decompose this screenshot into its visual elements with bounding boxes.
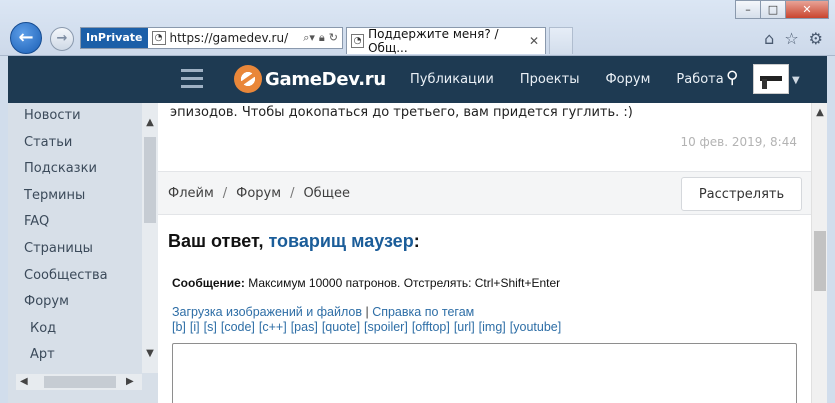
page-scroll-up-icon[interactable]: ▲: [812, 107, 828, 118]
tag-code-button[interactable]: [code]: [221, 320, 255, 334]
breadcrumb-separator: /: [290, 186, 295, 201]
sidebar-item-faq[interactable]: FAQ: [8, 209, 142, 236]
settings-gear-icon[interactable]: ⚙: [809, 29, 823, 48]
breadcrumb: Флейм / Форум / Общее: [168, 186, 350, 201]
editor-links: Загрузка изображений и файлов | Справка …: [172, 305, 474, 319]
favorites-star-icon[interactable]: ☆: [784, 29, 798, 48]
sidebar-item-pages[interactable]: Страницы: [8, 236, 142, 263]
tag-url-button[interactable]: [url]: [454, 320, 475, 334]
search-icon[interactable]: ⚲: [726, 68, 746, 88]
forward-button[interactable]: →: [50, 27, 74, 51]
scroll-right-icon[interactable]: ▶: [126, 374, 134, 390]
site-logo[interactable]: GameDev.ru: [234, 65, 386, 93]
hamburger-menu-icon[interactable]: [181, 69, 203, 93]
message-hint: Сообщение: Максимум 10000 патронов. Отст…: [172, 276, 560, 290]
reply-heading-suffix: :: [413, 231, 420, 251]
breadcrumb-forum[interactable]: Форум: [236, 186, 281, 201]
maximize-button[interactable]: □: [760, 0, 786, 19]
tags-help-link[interactable]: Справка по тегам: [372, 305, 474, 319]
reply-textarea[interactable]: [172, 343, 797, 403]
close-tab-icon[interactable]: ✕: [529, 34, 539, 48]
site-favicon-icon: ◔: [151, 31, 166, 45]
site-header: GameDev.ru Публикации Проекты Форум Рабо…: [8, 56, 827, 103]
shoot-button[interactable]: Расстрелять: [681, 177, 802, 211]
back-button[interactable]: ←: [10, 22, 42, 54]
new-tab-button[interactable]: [549, 27, 573, 54]
url-field[interactable]: https://gamedev.ru/: [170, 31, 304, 45]
tag-strike-button[interactable]: [s]: [204, 320, 217, 334]
browser-chrome: – □ ✕ ← → InPrivate ◔ https://gamedev.ru…: [0, 0, 835, 56]
search-dropdown-icon[interactable]: ⌕▾: [303, 31, 315, 45]
reply-username-link[interactable]: товарищ маузер: [268, 231, 413, 251]
breadcrumb-general[interactable]: Общее: [303, 186, 350, 201]
tag-quote-button[interactable]: [quote]: [322, 320, 360, 334]
user-avatar[interactable]: [753, 64, 789, 94]
lock-icon[interactable]: 🔒︎: [319, 31, 325, 45]
tag-youtube-button[interactable]: [youtube]: [510, 320, 561, 334]
message-limit-text: Максимум 10000 патронов. Отстрелять: Ctr…: [248, 276, 561, 290]
sidebar-item-terms[interactable]: Термины: [8, 183, 142, 210]
post-text: эпизодов. Чтобы докопаться до третьего, …: [170, 105, 633, 120]
nav-projects[interactable]: Проекты: [507, 72, 593, 87]
logo-text: GameDev.ru: [265, 68, 386, 90]
tab-active[interactable]: ◔ Поддержите меня? / Общ... ✕: [346, 27, 546, 55]
main-content: эпизодов. Чтобы докопаться до третьего, …: [158, 103, 811, 403]
tag-toolbar: [b] [i] [s] [code] [c++] [pas] [quote] […: [172, 320, 561, 334]
message-label: Сообщение:: [172, 276, 245, 290]
arrow-right-icon: →: [56, 31, 68, 46]
sidebar-scroll-thumb[interactable]: [144, 137, 156, 223]
reply-heading: Ваш ответ, товарищ маузер:: [168, 231, 420, 252]
chevron-down-icon[interactable]: ▼: [792, 75, 800, 86]
home-icon[interactable]: ⌂: [764, 29, 774, 48]
sidebar-item-code[interactable]: Код: [8, 316, 142, 343]
refresh-icon[interactable]: ↻: [329, 31, 338, 45]
window-controls: – □ ✕: [735, 0, 829, 19]
tag-img-button[interactable]: [img]: [479, 320, 506, 334]
arrow-left-icon: ←: [18, 27, 34, 48]
window-frame-left: [0, 56, 8, 403]
page-vertical-scrollbar[interactable]: ▲: [811, 103, 827, 403]
sidebar-item-forum[interactable]: Форум: [8, 289, 142, 316]
sidebar-item-articles[interactable]: Статьи: [8, 130, 142, 157]
breadcrumb-bar: Флейм / Форум / Общее Расстрелять: [158, 171, 811, 215]
sidebar-vertical-scrollbar[interactable]: ▲ ▼: [142, 103, 158, 373]
breadcrumb-flame[interactable]: Флейм: [168, 186, 214, 201]
close-window-button[interactable]: ✕: [785, 0, 829, 19]
link-separator: |: [365, 305, 369, 319]
tag-spoiler-button[interactable]: [spoiler]: [364, 320, 408, 334]
top-navigation: Публикации Проекты Форум Работа: [397, 56, 737, 103]
nav-publications[interactable]: Публикации: [397, 72, 507, 87]
sidebar-item-communities[interactable]: Сообщества: [8, 263, 142, 290]
tab-title: Поддержите меня? / Общ...: [368, 27, 499, 55]
reply-heading-prefix: Ваш ответ,: [168, 231, 269, 251]
scroll-down-icon[interactable]: ▼: [142, 348, 158, 359]
page-scroll-thumb[interactable]: [814, 231, 826, 291]
scroll-left-icon[interactable]: ◀: [20, 374, 28, 390]
sidebar: Новости Статьи Подсказки Термины FAQ Стр…: [8, 103, 158, 403]
sidebar-item-art[interactable]: Арт: [8, 342, 142, 369]
upload-files-link[interactable]: Загрузка изображений и файлов: [172, 305, 362, 319]
minimize-button[interactable]: –: [735, 0, 761, 19]
breadcrumb-separator: /: [222, 186, 228, 201]
post-timestamp: 10 фев. 2019, 8:44: [680, 135, 797, 149]
inprivate-badge: InPrivate: [81, 28, 148, 48]
tag-italic-button[interactable]: [i]: [190, 320, 200, 334]
logo-icon: [234, 65, 262, 93]
sidebar-item-tips[interactable]: Подсказки: [8, 156, 142, 183]
sidebar-hscroll-thumb[interactable]: [44, 376, 116, 388]
sidebar-item-news[interactable]: Новости: [8, 103, 142, 130]
tag-offtop-button[interactable]: [offtop]: [412, 320, 450, 334]
scroll-up-icon[interactable]: ▲: [142, 117, 158, 128]
address-bar[interactable]: InPrivate ◔ https://gamedev.ru/ ⌕▾ 🔒︎ ↻: [80, 27, 343, 49]
tag-cpp-button[interactable]: [c++]: [259, 320, 287, 334]
tab-favicon-icon: ◔: [351, 34, 365, 48]
tag-bold-button[interactable]: [b]: [172, 320, 186, 334]
sidebar-horizontal-scrollbar[interactable]: ◀ ▶: [16, 374, 142, 390]
nav-forum[interactable]: Форум: [592, 72, 663, 87]
window-frame-right: [827, 56, 835, 403]
tag-pas-button[interactable]: [pas]: [291, 320, 318, 334]
